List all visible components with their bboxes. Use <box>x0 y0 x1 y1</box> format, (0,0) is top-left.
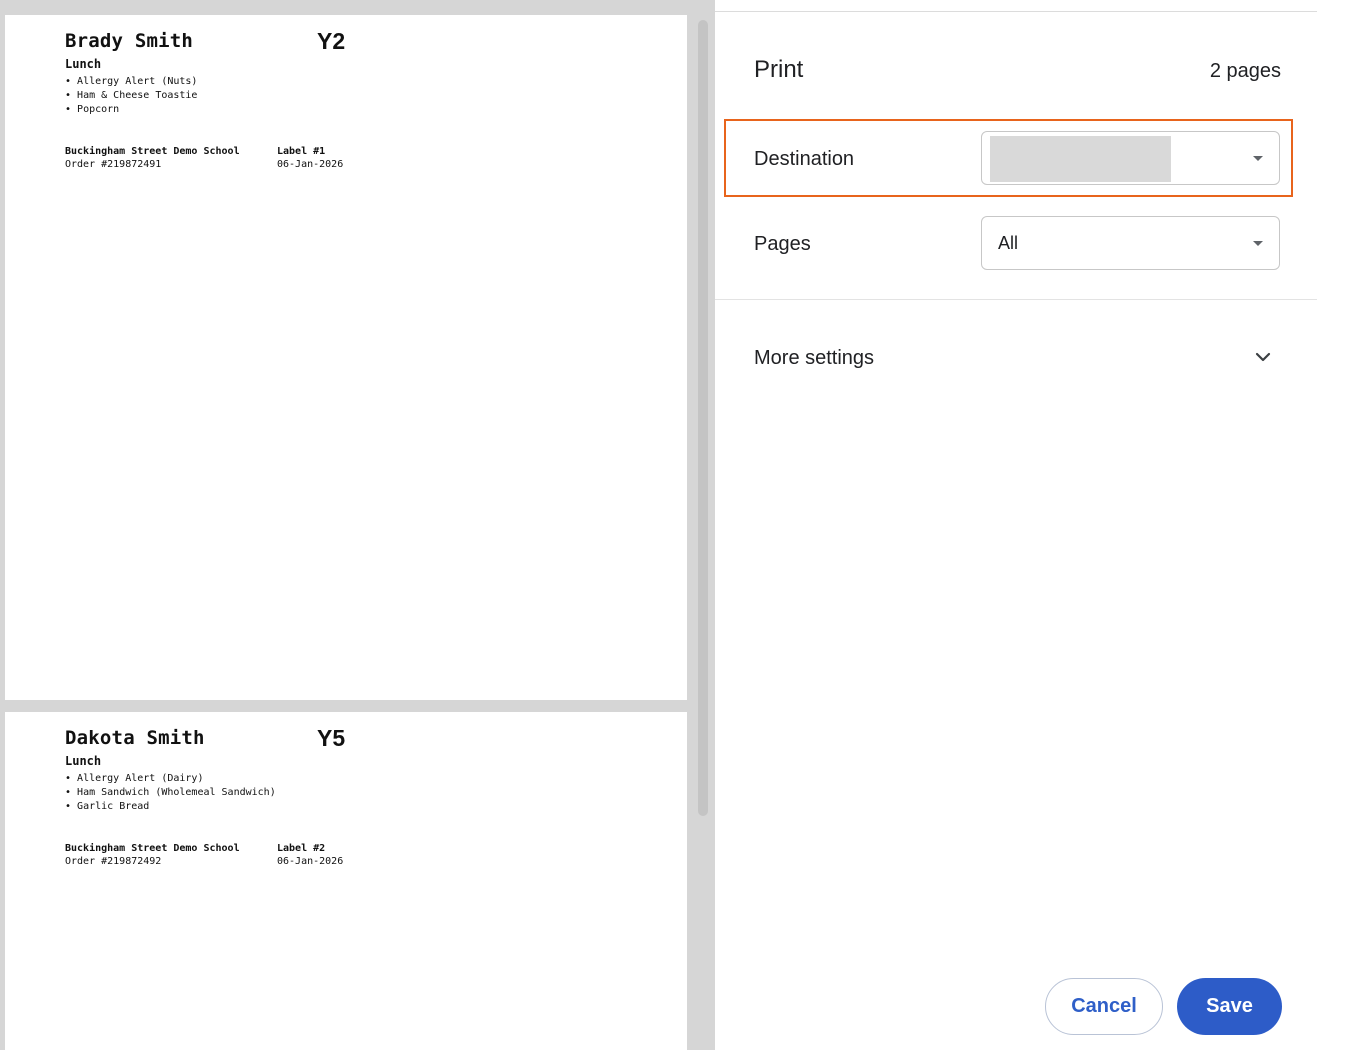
year-group: Y5 <box>317 725 346 751</box>
list-item: Ham Sandwich (Wholemeal Sandwich) <box>65 786 276 800</box>
pages-select[interactable]: All <box>981 216 1280 270</box>
preview-page-2: Dakota Smith Y5 Lunch Allergy Alert (Dai… <box>5 712 687 1050</box>
list-item: Popcorn <box>65 103 197 117</box>
scrollbar-thumb[interactable] <box>698 20 708 816</box>
preview-page-1: Brady Smith Y2 Lunch Allergy Alert (Nuts… <box>5 15 687 700</box>
more-settings-toggle[interactable]: More settings <box>715 330 1317 386</box>
caret-down-icon <box>1253 241 1263 246</box>
student-name: Dakota Smith <box>65 727 205 749</box>
page-title: Print <box>754 56 804 83</box>
caret-down-icon <box>1253 156 1263 161</box>
destination-select[interactable] <box>981 131 1280 185</box>
item-list: Allergy Alert (Nuts) Ham & Cheese Toasti… <box>65 75 197 117</box>
pages-value: All <box>998 233 1019 253</box>
pages-label: Pages <box>754 233 811 255</box>
divider <box>715 299 1317 300</box>
page-count: 2 pages <box>1209 60 1281 82</box>
list-item: Garlic Bread <box>65 800 276 814</box>
school-name: Buckingham Street Demo School <box>65 843 240 854</box>
chevron-down-icon <box>1255 352 1271 362</box>
student-name: Brady Smith <box>65 30 194 52</box>
label-number: Label #2 <box>277 843 326 854</box>
order-number: Order #219872492 <box>65 856 162 867</box>
destination-label: Destination <box>754 148 855 170</box>
school-name: Buckingham Street Demo School <box>65 146 240 157</box>
list-item: Allergy Alert (Nuts) <box>65 75 197 89</box>
print-settings-panel: Print 2 pages Destination Pages All More… <box>715 11 1317 1051</box>
preview-scrollbar[interactable] <box>696 15 710 1050</box>
list-item: Allergy Alert (Dairy) <box>65 772 276 786</box>
cancel-button[interactable]: Cancel <box>1045 978 1163 1035</box>
list-item: Ham & Cheese Toastie <box>65 89 197 103</box>
meal-type: Lunch <box>65 754 102 768</box>
item-list: Allergy Alert (Dairy) Ham Sandwich (Whol… <box>65 772 276 814</box>
label-date: 06-Jan-2026 <box>277 856 344 867</box>
more-settings-label: More settings <box>754 347 875 369</box>
year-group: Y2 <box>317 28 346 54</box>
print-preview: Brady Smith Y2 Lunch Allergy Alert (Nuts… <box>0 0 715 1050</box>
destination-value <box>990 136 1171 182</box>
save-button[interactable]: Save <box>1177 978 1282 1035</box>
label-date: 06-Jan-2026 <box>277 159 344 170</box>
order-number: Order #219872491 <box>65 159 162 170</box>
meal-type: Lunch <box>65 57 102 71</box>
label-number: Label #1 <box>277 146 326 157</box>
